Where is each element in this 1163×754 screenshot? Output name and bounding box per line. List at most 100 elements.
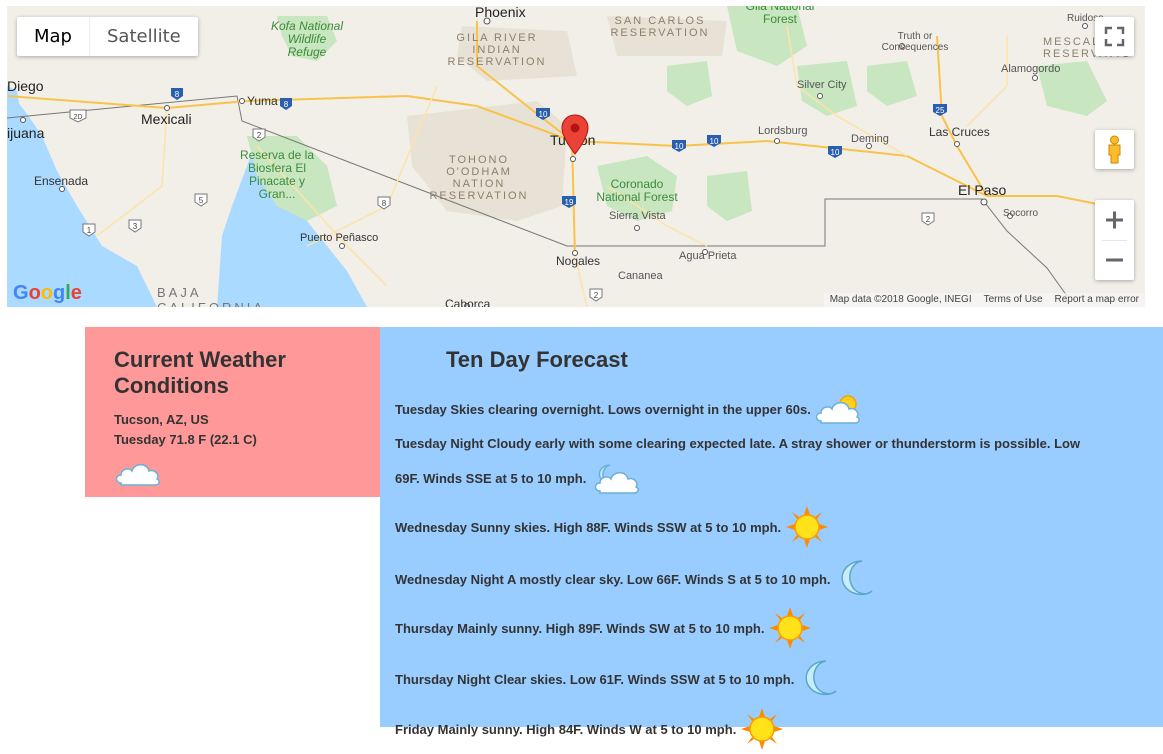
zoom-in-button[interactable] <box>1095 200 1134 240</box>
highway-shield-icon: 19 <box>561 195 577 214</box>
highway-shield-icon: 2D <box>69 109 87 128</box>
map-label-lordsburg: Lordsburg <box>758 125 808 137</box>
sun-icon <box>740 707 784 754</box>
svg-text:1: 1 <box>87 226 92 235</box>
pegman-icon <box>1108 135 1121 164</box>
forecast-text: Friday Mainly sunny. High 84F. Winds W a… <box>395 721 737 737</box>
map-attribution-bar: Map data ©2018 Google, INEGI Terms of Us… <box>823 293 1145 307</box>
terms-of-use-link[interactable]: Terms of Use <box>978 293 1049 307</box>
highway-shield-icon: 2 <box>252 128 266 147</box>
map-label-sierra-vista: Sierra Vista <box>609 210 666 222</box>
forecast-item: Friday Mainly sunny. High 84F. Winds W a… <box>395 707 784 754</box>
forecast-item: Tuesday Skies clearing overnight. Lows o… <box>395 393 865 428</box>
current-location: Tucson, AZ, US <box>114 412 209 427</box>
svg-text:8: 8 <box>284 100 289 109</box>
ten-day-forecast-panel: Ten Day Forecast Tuesday Skies clearing … <box>380 327 1163 750</box>
svg-text:2: 2 <box>594 291 599 300</box>
zoom-control <box>1095 200 1134 280</box>
svg-text:2: 2 <box>926 215 931 224</box>
map-data-attribution: Map data ©2018 Google, INEGI <box>829 294 972 305</box>
highway-shield-icon: 2 <box>589 288 603 307</box>
forecast-item: Wednesday Night A mostly clear sky. Low … <box>395 557 878 604</box>
map-label-el-paso: El Paso <box>958 182 1007 198</box>
map-label-silver-city: Silver City <box>797 79 847 91</box>
current-weather-title: Current Weather Conditions <box>114 347 286 398</box>
highway-shield-icon: 5 <box>194 193 208 212</box>
fullscreen-button[interactable] <box>1095 17 1134 56</box>
map-label-tijuana: ijuana <box>7 125 45 141</box>
highway-shield-icon: 10 <box>535 107 551 126</box>
svg-text:2: 2 <box>257 131 262 140</box>
svg-text:8: 8 <box>175 90 180 99</box>
sun-icon <box>785 505 829 552</box>
svg-text:10: 10 <box>831 148 840 157</box>
map-label-san-diego: Diego <box>7 78 44 94</box>
svg-text:3: 3 <box>133 222 138 231</box>
partly-cloudy-icon <box>815 393 865 428</box>
map-label-nogales: Nogales <box>556 254 601 268</box>
zoom-out-button[interactable] <box>1095 240 1134 280</box>
report-map-error-link[interactable]: Report a map error <box>1049 293 1145 307</box>
svg-text:19: 19 <box>565 198 574 207</box>
map-label-cananea: Cananea <box>618 270 663 282</box>
highway-shield-icon: 10 <box>706 134 722 153</box>
forecast-item: Wednesday Sunny skies. High 88F. Winds S… <box>395 505 829 552</box>
map-label-yuma: Yuma <box>247 94 278 108</box>
forecast-item: Thursday Night Clear skies. Low 61F. Win… <box>395 657 842 704</box>
street-view-button[interactable] <box>1095 130 1134 169</box>
forecast-item: Thursday Mainly sunny. High 89F. Winds S… <box>395 606 812 653</box>
cloud-icon <box>113 459 163 492</box>
moon-icon <box>834 557 878 604</box>
map-label-phoenix: Phoenix <box>475 6 526 20</box>
map-label-alamogordo: Alamogordo <box>1001 63 1061 75</box>
forecast-text: Wednesday Sunny skies. High 88F. Winds S… <box>395 519 782 535</box>
svg-text:10: 10 <box>675 142 684 151</box>
google-logo[interactable]: Google <box>13 282 82 305</box>
svg-text:8: 8 <box>382 199 387 208</box>
map-label-ensenada: Ensenada <box>34 174 89 188</box>
highway-shield-icon: 8 <box>170 87 184 106</box>
map-label-gila-river-reservation: GILA RIVER INDIAN RESERVATION <box>447 32 547 68</box>
night-cloudy-icon <box>590 461 640 498</box>
moon-icon <box>798 657 842 704</box>
forecast-text: Thursday Mainly sunny. High 89F. Winds S… <box>395 620 765 636</box>
svg-text:10: 10 <box>539 110 548 119</box>
highway-shield-icon: 3 <box>128 219 142 238</box>
map-label-truth-or-consequences: Truth or Consequences <box>881 31 949 53</box>
map-label-caborca: Caborca <box>445 297 491 307</box>
forecast-text: Tuesday Skies clearing overnight. Lows o… <box>395 401 811 417</box>
minus-icon <box>1106 258 1123 262</box>
map-label-las-cruces: Las Cruces <box>929 125 990 139</box>
map-label-gila-national-forest: Gila National Forest <box>745 6 815 26</box>
svg-text:10: 10 <box>710 137 719 146</box>
plus-icon <box>1106 211 1123 229</box>
map-label-agua-prieta: Agua Prieta <box>679 250 737 262</box>
map-label-deming: Deming <box>851 133 889 145</box>
map-type-control: Map Satellite <box>17 17 198 56</box>
map-label-san-carlos-reservation: SAN CARLOS RESERVATION <box>610 15 710 39</box>
map-type-satellite-button[interactable]: Satellite <box>89 17 198 56</box>
fullscreen-icon <box>1104 26 1125 47</box>
highway-shield-icon: 10 <box>827 145 843 164</box>
highway-shield-icon: 2 <box>921 212 935 231</box>
forecast-item: Tuesday Night Cloudy early with some cle… <box>395 436 1080 451</box>
forecast-text: Thursday Night Clear skies. Low 61F. Win… <box>395 671 795 687</box>
svg-text:25: 25 <box>936 106 945 115</box>
highway-shield-icon: 25 <box>932 103 948 122</box>
map-label-kofa-refuge: Kofa National Wildlife Refuge <box>270 19 344 59</box>
forecast-text: 69F. Winds SSE at 5 to 10 mph. <box>395 470 587 486</box>
highway-shield-icon: 8 <box>279 97 293 116</box>
map-label-socorro: Socorro <box>1003 208 1039 219</box>
location-marker-icon[interactable] <box>561 114 589 161</box>
highway-shield-icon: 8 <box>377 196 391 215</box>
current-observation: Tuesday 71.8 F (22.1 C) <box>114 432 257 447</box>
map[interactable]: Phoenix Diego ijuana Mexicali Yuma Ensen… <box>7 6 1145 307</box>
sun-icon <box>768 606 812 653</box>
current-weather-panel: Current Weather Conditions Tucson, AZ, U… <box>85 327 380 497</box>
svg-text:5: 5 <box>199 196 204 205</box>
map-label-coronado-national-forest: Coronado National Forest <box>596 177 678 204</box>
map-label-baja-california: BAJA CALIFORNIA <box>157 285 262 307</box>
svg-text:2D: 2D <box>74 114 83 121</box>
forecast-item-continued: 69F. Winds SSE at 5 to 10 mph. <box>395 461 640 498</box>
map-type-map-button[interactable]: Map <box>17 17 89 56</box>
